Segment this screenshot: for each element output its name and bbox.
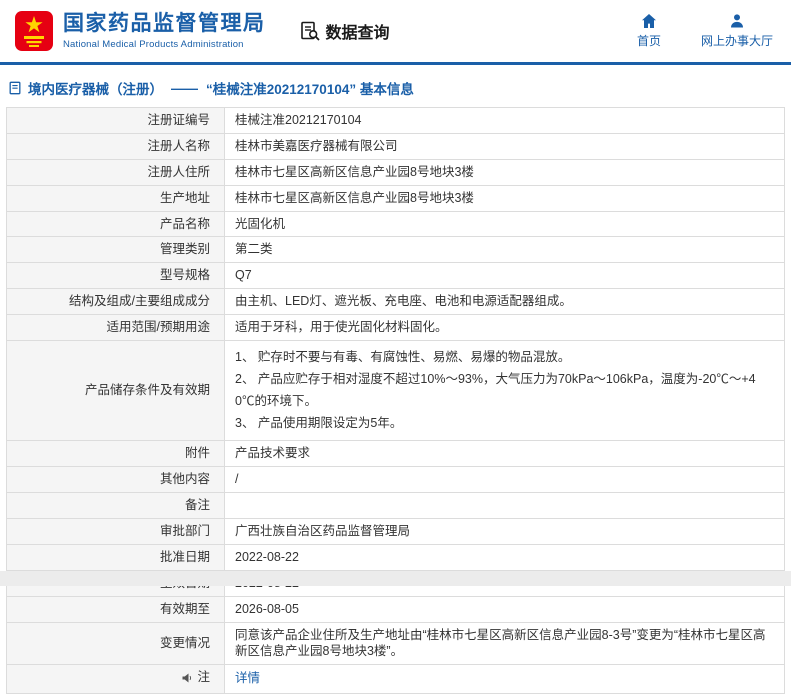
page-title: “桂械注准20212170104” 基本信息 — [206, 78, 414, 98]
row-label: 其他内容 — [7, 467, 225, 493]
table-row: 审批部门 广西壮族自治区药品监督管理局 — [7, 519, 785, 545]
row-value: 2022-08-22 — [225, 544, 785, 570]
nav-item-service-hall[interactable]: 网上办事大厅 — [701, 13, 773, 49]
data-query-section[interactable]: 数据查询 — [300, 19, 390, 43]
row-value: / — [225, 467, 785, 493]
table-row: 注册人住所 桂林市七星区高新区信息产业园8号地块3楼 — [7, 159, 785, 185]
site-header: 国家药品监督管理局 National Medical Products Admi… — [0, 0, 791, 62]
home-icon — [641, 13, 657, 29]
registration-info-table: 注册证编号 桂械注准20212170104 注册人名称 桂林市美嘉医疗器械有限公… — [6, 107, 785, 694]
table-row: 注册证编号 桂械注准20212170104 — [7, 108, 785, 134]
table-row: 备注 — [7, 493, 785, 519]
breadcrumb-section[interactable]: 境内医疗器械（注册） — [28, 78, 163, 98]
row-label: 批准日期 — [7, 544, 225, 570]
row-value: 1、 贮存时不要与有毒、有腐蚀性、易燃、易爆的物品混放。 2、 产品应贮存于相对… — [225, 340, 785, 441]
row-value: 桂林市美嘉医疗器械有限公司 — [225, 133, 785, 159]
user-icon — [729, 13, 745, 29]
row-label: 注册人名称 — [7, 133, 225, 159]
row-label: 管理类别 — [7, 237, 225, 263]
table-row: 有效期至 2026-08-05 — [7, 596, 785, 622]
row-value: Q7 — [225, 263, 785, 289]
row-label: 审批部门 — [7, 519, 225, 545]
agency-title-en: National Medical Products Administration — [63, 39, 266, 50]
row-label: 注 — [7, 665, 225, 693]
row-label: 备注 — [7, 493, 225, 519]
table-row: 批准日期 2022-08-22 — [7, 544, 785, 570]
data-query-label: 数据查询 — [326, 19, 390, 43]
table-row: 变更情况 同意该产品企业住所及生产地址由“桂林市七星区高新区信息产业园8-3号”… — [7, 622, 785, 665]
table-row: 结构及组成/主要组成成分 由主机、LED灯、遮光板、充电座、电池和电源适配器组成… — [7, 289, 785, 315]
data-query-icon — [300, 21, 320, 41]
row-label: 变更情况 — [7, 622, 225, 665]
breadcrumb: 境内医疗器械（注册） —— “桂械注准20212170104” 基本信息 — [6, 75, 785, 107]
table-row: 其他内容 / — [7, 467, 785, 493]
row-label: 有效期至 — [7, 596, 225, 622]
table-row: 注册人名称 桂林市美嘉医疗器械有限公司 — [7, 133, 785, 159]
row-value: 2026-08-05 — [225, 596, 785, 622]
main-content: 境内医疗器械（注册） —— “桂械注准20212170104” 基本信息 注册证… — [0, 65, 791, 694]
row-value: 适用于牙科，用于使光固化材料固化。 — [225, 315, 785, 341]
row-value: 桂林市七星区高新区信息产业园8号地块3楼 — [225, 185, 785, 211]
footer-strip — [0, 571, 791, 586]
row-label: 适用范围/预期用途 — [7, 315, 225, 341]
row-label: 产品储存条件及有效期 — [7, 340, 225, 441]
row-value: 光固化机 — [225, 211, 785, 237]
row-value: 桂械注准20212170104 — [225, 108, 785, 134]
row-value: 由主机、LED灯、遮光板、充电座、电池和电源适配器组成。 — [225, 289, 785, 315]
table-row: 管理类别 第二类 — [7, 237, 785, 263]
row-label: 结构及组成/主要组成成分 — [7, 289, 225, 315]
row-label: 注册证编号 — [7, 108, 225, 134]
row-value: 产品技术要求 — [225, 441, 785, 467]
row-value: 第二类 — [225, 237, 785, 263]
row-value: 同意该产品企业住所及生产地址由“桂林市七星区高新区信息产业园8-3号”变更为“桂… — [225, 622, 785, 665]
agency-brand[interactable]: 国家药品监督管理局 National Medical Products Admi… — [14, 10, 266, 52]
detail-link[interactable]: 详情 — [235, 671, 260, 685]
row-value: 桂林市七星区高新区信息产业园8号地块3楼 — [225, 159, 785, 185]
breadcrumb-separator: —— — [169, 81, 200, 96]
speaker-icon — [181, 672, 193, 684]
table-row-note: 注 详情 — [7, 665, 785, 693]
row-label: 产品名称 — [7, 211, 225, 237]
row-label: 注册人住所 — [7, 159, 225, 185]
table-row: 产品储存条件及有效期 1、 贮存时不要与有毒、有腐蚀性、易燃、易爆的物品混放。 … — [7, 340, 785, 441]
nav-item-home[interactable]: 首页 — [625, 13, 673, 49]
row-value: 详情 — [225, 665, 785, 693]
table-row: 适用范围/预期用途 适用于牙科，用于使光固化材料固化。 — [7, 315, 785, 341]
row-label: 生产地址 — [7, 185, 225, 211]
national-emblem-icon — [14, 10, 54, 52]
page-icon — [8, 81, 22, 95]
table-row: 附件 产品技术要求 — [7, 441, 785, 467]
header-nav: 首页 网上办事大厅 — [625, 13, 773, 49]
note-label: 注 — [197, 669, 210, 686]
row-label: 附件 — [7, 441, 225, 467]
table-row: 生产地址 桂林市七星区高新区信息产业园8号地块3楼 — [7, 185, 785, 211]
agency-title-cn: 国家药品监督管理局 — [63, 12, 266, 36]
nav-item-label: 网上办事大厅 — [701, 32, 773, 49]
table-row: 产品名称 光固化机 — [7, 211, 785, 237]
row-value — [225, 493, 785, 519]
table-row: 型号规格 Q7 — [7, 263, 785, 289]
row-label: 型号规格 — [7, 263, 225, 289]
nav-item-label: 首页 — [637, 32, 661, 49]
row-value: 广西壮族自治区药品监督管理局 — [225, 519, 785, 545]
